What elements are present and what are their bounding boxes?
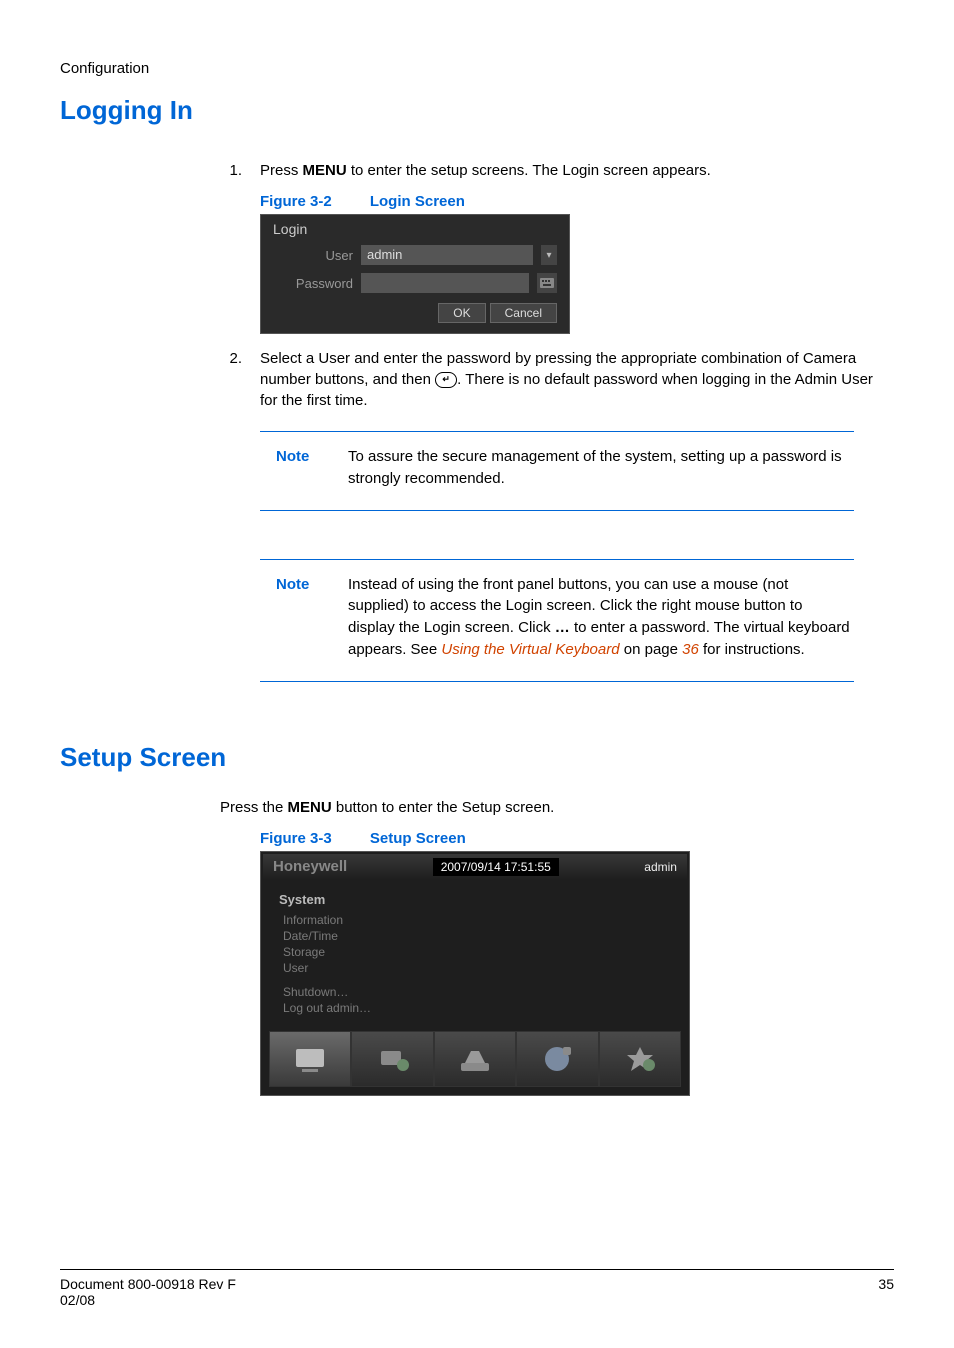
menu-item-shutdown[interactable]: Shutdown…: [283, 985, 671, 999]
figure-3-3-caption: Figure 3-3 Setup Screen: [260, 830, 874, 847]
login-password-label: Password: [273, 276, 353, 291]
page-link-36[interactable]: 36: [682, 641, 699, 658]
footer-date: 02/08: [60, 1292, 236, 1308]
login-password-input[interactable]: [361, 273, 529, 293]
toolbar-record-icon[interactable]: [516, 1031, 598, 1087]
setup-window: Honeywell 2007/09/14 17:51:55 admin Syst…: [260, 851, 690, 1096]
login-user-select[interactable]: admin: [361, 245, 533, 265]
setup-titlebar: Honeywell 2007/09/14 17:51:55 admin: [263, 854, 687, 880]
chevron-down-icon[interactable]: ▾: [541, 245, 557, 265]
footer-left: Document 800-00918 Rev F 02/08: [60, 1276, 236, 1308]
step-1: 1. Press MENU to enter the setup screens…: [220, 160, 874, 181]
note-1-bottom-rule: [260, 510, 854, 511]
page-footer: Document 800-00918 Rev F 02/08 35: [60, 1269, 894, 1308]
menu-item-storage[interactable]: Storage: [283, 945, 671, 959]
heading-setup-screen: Setup Screen: [60, 742, 894, 773]
figure-3-3-label: Figure 3-3: [260, 830, 332, 847]
step-2-text: Select a User and enter the password by …: [260, 348, 874, 411]
step-1-pre: Press: [260, 162, 303, 179]
step-2: 2. Select a User and enter the password …: [220, 348, 874, 411]
note-2-body: Instead of using the front panel buttons…: [348, 574, 852, 661]
setup-intro-bold: MENU: [288, 799, 332, 816]
note-2-body3: on page: [620, 641, 683, 658]
footer-page-number: 35: [878, 1276, 894, 1308]
toolbar-system-icon[interactable]: [269, 1031, 351, 1087]
figure-3-3-title: Setup Screen: [370, 830, 466, 847]
menu-item-information[interactable]: Information: [283, 913, 671, 927]
step-1-text: Press MENU to enter the setup screens. T…: [260, 160, 874, 181]
virtual-keyboard-link[interactable]: Using the Virtual Keyboard: [441, 641, 619, 658]
step-2-number: 2.: [220, 348, 242, 411]
keyboard-icon[interactable]: [537, 273, 557, 293]
step-1-post: to enter the setup screens. The Login sc…: [347, 162, 711, 179]
current-user-label: admin: [644, 860, 677, 874]
heading-logging-in: Logging In: [60, 95, 894, 126]
step-1-bold: MENU: [303, 162, 347, 179]
menu-item-user[interactable]: User: [283, 961, 671, 975]
enter-icon: ↵: [435, 372, 457, 388]
ok-button[interactable]: OK: [438, 303, 485, 323]
note-2-label: Note: [276, 574, 324, 661]
note-2: Note Instead of using the front panel bu…: [260, 559, 874, 682]
note-1: Note To assure the secure management of …: [260, 431, 874, 511]
step-1-number: 1.: [220, 160, 242, 181]
brand-label: Honeywell: [273, 858, 347, 875]
toolbar-network-icon[interactable]: [351, 1031, 433, 1087]
note-2-bottom-rule: [260, 681, 854, 682]
login-dialog: Login User admin ▾ Password OK Cancel: [260, 214, 570, 334]
login-title: Login: [263, 217, 567, 241]
setup-intro-post: button to enter the Setup screen.: [332, 799, 555, 816]
footer-doc-id: Document 800-00918 Rev F: [60, 1276, 236, 1292]
login-user-row: User admin ▾: [263, 241, 567, 269]
toolbar-event-icon[interactable]: [599, 1031, 681, 1087]
note-1-body: To assure the secure management of the s…: [348, 446, 852, 490]
menu-item-logout[interactable]: Log out admin…: [283, 1001, 671, 1015]
setup-intro: Press the MENU button to enter the Setup…: [220, 799, 874, 816]
login-password-row: Password: [263, 269, 567, 297]
login-user-label: User: [273, 248, 353, 263]
note-1-label: Note: [276, 446, 324, 490]
cancel-button[interactable]: Cancel: [490, 303, 557, 323]
figure-3-2-caption: Figure 3-2 Login Screen: [260, 193, 874, 210]
setup-menu: System Information Date/Time Storage Use…: [263, 880, 687, 1025]
system-heading: System: [279, 892, 671, 907]
setup-toolbar: [263, 1031, 687, 1087]
note-2-body4: for instructions.: [699, 641, 805, 658]
toolbar-device-icon[interactable]: [434, 1031, 516, 1087]
ellipsis-button-label: …: [555, 619, 570, 636]
figure-3-2-title: Login Screen: [370, 193, 465, 210]
setup-intro-pre: Press the: [220, 799, 288, 816]
breadcrumb: Configuration: [60, 60, 894, 77]
datetime-label: 2007/09/14 17:51:55: [433, 858, 559, 876]
menu-item-datetime[interactable]: Date/Time: [283, 929, 671, 943]
figure-3-2-label: Figure 3-2: [260, 193, 332, 210]
